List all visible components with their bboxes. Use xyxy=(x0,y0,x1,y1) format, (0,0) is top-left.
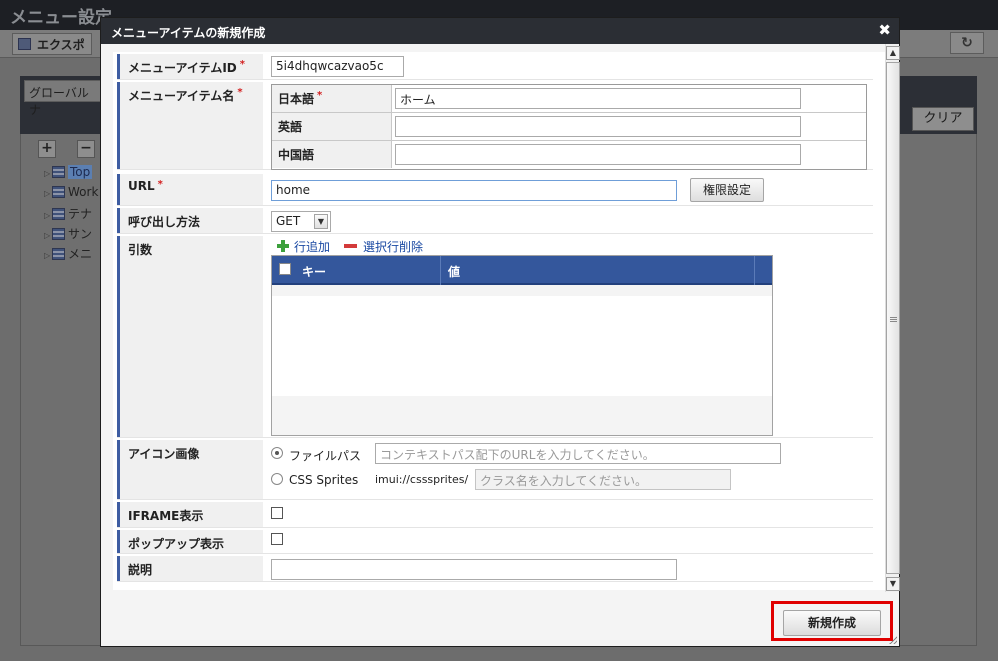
menu-icon xyxy=(52,248,65,260)
menu-icon xyxy=(52,186,65,198)
tree-item[interactable]: ▷ Work xyxy=(44,185,98,203)
lang-row-en: 英語 xyxy=(272,113,866,141)
icon-image-label: アイコン画像 xyxy=(117,440,263,499)
chevron-down-icon: ▼ xyxy=(314,214,328,229)
popup-checkbox[interactable] xyxy=(271,533,283,545)
resize-grip-icon[interactable] xyxy=(889,636,897,644)
row-url: URL * home 権限設定 xyxy=(117,174,873,206)
call-method-label: 呼び出し方法 xyxy=(117,208,263,233)
dialog-form: メニューアイテムID * 5i4dhqwcazvao5c メニューアイテム名 * 日… xyxy=(113,52,885,590)
column-divider xyxy=(440,256,441,285)
row-popup: ポップアップ表示 xyxy=(117,530,873,554)
menu-icon xyxy=(52,208,65,220)
row-item-id: メニューアイテムID * 5i4dhqwcazvao5c xyxy=(117,54,873,80)
expand-arrow-icon[interactable]: ▷ xyxy=(44,169,52,178)
item-name-lang-table: 日本語 * ホーム 英語 中国語 xyxy=(271,84,867,170)
page-title: メニュー設定 xyxy=(10,8,112,28)
column-header-value[interactable]: 値 xyxy=(448,263,460,280)
name-en-input[interactable] xyxy=(395,116,801,137)
lang-row-zh: 中国語 xyxy=(272,141,866,169)
add-row-link[interactable]: 行追加 xyxy=(277,238,330,255)
expand-arrow-icon[interactable]: ▷ xyxy=(44,251,52,260)
export-button[interactable]: エクスポ xyxy=(12,33,92,55)
description-input[interactable] xyxy=(271,559,677,580)
dialog-scrollbar[interactable]: ▲ ▼ xyxy=(885,44,900,592)
column-divider xyxy=(754,256,755,285)
create-menu-item-dialog: メニューアイテムの新規作成 ✖ メニューアイテムID * 5i4dhqwcazva… xyxy=(100,17,900,647)
column-header-key[interactable]: キー xyxy=(302,263,326,280)
scroll-down-icon[interactable]: ▼ xyxy=(886,577,900,591)
args-grid-header: キー 値 xyxy=(272,256,772,285)
create-button-highlight: 新規作成 xyxy=(771,601,893,641)
css-sprites-radio-label: CSS Sprites xyxy=(289,473,359,487)
row-args: 引数 行追加 選択行削除 キー 値 xyxy=(117,236,873,438)
select-all-checkbox[interactable] xyxy=(279,263,291,275)
lang-label-ja: 日本語 * xyxy=(272,85,392,112)
row-icon-image: アイコン画像 ファイルパス コンテキストパス配下のURLを入力してください。 C… xyxy=(117,440,873,500)
args-label: 引数 xyxy=(117,236,263,437)
row-call-method: 呼び出し方法 GET ▼ xyxy=(117,208,873,234)
dialog-title: メニューアイテムの新規作成 xyxy=(111,26,266,40)
plus-icon xyxy=(277,240,289,252)
scroll-up-icon[interactable]: ▲ xyxy=(886,46,900,60)
lang-row-ja: 日本語 * ホーム xyxy=(272,85,866,113)
export-button-label: エクスポ xyxy=(37,38,85,52)
args-grid-body xyxy=(272,296,772,396)
row-iframe: IFRAME表示 xyxy=(117,502,873,528)
iframe-checkbox[interactable] xyxy=(271,507,283,519)
grip-icon xyxy=(890,317,897,318)
file-path-radio[interactable] xyxy=(271,447,283,459)
dialog-header: メニューアイテムの新規作成 ✖ xyxy=(101,18,899,44)
url-input[interactable]: home xyxy=(271,180,677,201)
permission-settings-button[interactable]: 権限設定 xyxy=(690,178,764,202)
expand-arrow-icon[interactable]: ▷ xyxy=(44,189,52,198)
css-class-input[interactable]: クラス名を入力してください。 xyxy=(475,469,731,490)
row-description: 説明 xyxy=(117,556,873,582)
tree-add-button[interactable]: + xyxy=(38,140,56,158)
file-path-input[interactable]: コンテキストパス配下のURLを入力してください。 xyxy=(375,443,781,464)
tree-item[interactable]: ▷ テナ xyxy=(44,205,92,223)
minus-icon xyxy=(344,244,357,248)
export-icon xyxy=(18,38,31,50)
css-sprites-prefix: imui://csssprites/ xyxy=(375,473,469,486)
css-sprites-radio[interactable] xyxy=(271,473,283,485)
args-grid: キー 値 xyxy=(271,255,773,436)
expand-arrow-icon[interactable]: ▷ xyxy=(44,211,52,220)
tree-item[interactable]: ▷ Top xyxy=(44,165,93,183)
create-button[interactable]: 新規作成 xyxy=(783,610,881,636)
lang-label-en: 英語 xyxy=(272,113,392,140)
close-icon[interactable]: ✖ xyxy=(878,21,891,39)
file-path-radio-label: ファイルパス xyxy=(289,449,362,463)
menu-icon xyxy=(52,228,65,240)
tab-global-navi[interactable]: グローバルナ xyxy=(24,80,104,117)
scrollbar-thumb[interactable] xyxy=(886,62,900,574)
item-id-input[interactable]: 5i4dhqwcazvao5c xyxy=(271,56,404,77)
url-label: URL * xyxy=(117,174,263,205)
name-zh-input[interactable] xyxy=(395,144,801,165)
delete-row-link[interactable]: 選択行削除 xyxy=(344,238,423,255)
tree-item[interactable]: ▷ メニ xyxy=(44,245,92,263)
popup-label: ポップアップ表示 xyxy=(117,530,263,553)
lang-label-zh: 中国語 xyxy=(272,141,392,168)
expand-arrow-icon[interactable]: ▷ xyxy=(44,231,52,240)
tree-remove-button[interactable]: − xyxy=(77,140,95,158)
name-ja-input[interactable]: ホーム xyxy=(395,88,801,109)
item-id-label: メニューアイテムID * xyxy=(117,54,263,79)
item-name-label: メニューアイテム名 * xyxy=(117,82,263,169)
description-label: 説明 xyxy=(117,556,263,581)
refresh-icon[interactable]: ↻ xyxy=(950,32,984,54)
call-method-select[interactable]: GET ▼ xyxy=(271,211,331,232)
clear-button[interactable]: クリア xyxy=(912,107,974,131)
iframe-label: IFRAME表示 xyxy=(117,502,263,527)
menu-icon xyxy=(52,166,65,178)
tree-item[interactable]: ▷ サン xyxy=(44,225,92,243)
row-item-name: メニューアイテム名 * 日本語 * ホーム 英語 中国語 xyxy=(117,82,873,170)
